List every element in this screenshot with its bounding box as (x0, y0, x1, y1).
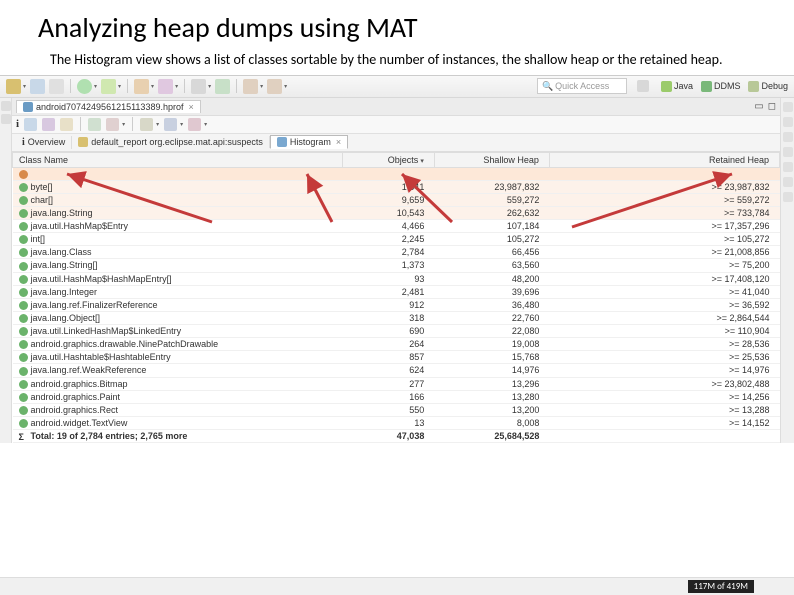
table-row[interactable]: java.lang.Integer2,48139,696>= 41,040 (13, 285, 780, 298)
col-shallow[interactable]: Shallow Heap (434, 152, 549, 167)
table-row[interactable]: java.util.Hashtable$HashtableEntry85715,… (13, 351, 780, 364)
gutter-icon[interactable] (783, 177, 793, 187)
table-row[interactable]: java.util.HashMap$HashMapEntry[]9348,200… (13, 272, 780, 285)
gutter-icon[interactable] (783, 102, 793, 112)
nav-fwd-icon[interactable] (267, 79, 282, 94)
new-icon[interactable] (6, 79, 21, 94)
report-icon[interactable] (106, 118, 119, 131)
tab-report[interactable]: default_report org.eclipse.mat.api:suspe… (72, 136, 270, 148)
table-row[interactable]: java.lang.ref.WeakReference62414,976>= 1… (13, 364, 780, 377)
debug-icon[interactable] (101, 79, 116, 94)
save-icon[interactable] (30, 79, 45, 94)
ide-window: ▾ ▾ ▾ ▾ ▾ ▾ ▾ ▾ 🔍 Quick Access Java DDMS… (0, 75, 794, 444)
memory-status: 117M of 419M (688, 580, 754, 593)
table-row[interactable]: byte[]1,54123,987,832>= 23,987,832 (13, 180, 780, 193)
table-row[interactable]: android.graphics.Bitmap27713,296>= 23,80… (13, 377, 780, 390)
right-view-gutter (780, 98, 794, 444)
status-bar: 117M of 419M (0, 577, 794, 595)
compare-icon[interactable] (164, 118, 177, 131)
table-row[interactable]: int[]2,245105,272>= 105,272 (13, 233, 780, 246)
minimize-icon[interactable]: ▭ (754, 101, 763, 112)
save-all-icon[interactable] (49, 79, 64, 94)
table-row[interactable]: java.lang.String[]1,37363,560>= 75,200 (13, 259, 780, 272)
gutter-icon[interactable] (783, 147, 793, 157)
left-view-gutter (0, 98, 12, 444)
total-row: ΣTotal: 19 of 2,784 entries; 2,765 more4… (13, 430, 780, 443)
search-icon: 🔍 (542, 81, 553, 92)
slide-title: Analyzing heap dumps using MAT (0, 0, 794, 49)
info-icon: i (22, 137, 25, 148)
mat-toolbar: i ▾ ▾ ▾ ▾ (12, 116, 780, 134)
package-icon[interactable] (134, 79, 149, 94)
thread-icon[interactable] (88, 118, 101, 131)
table-row[interactable]: java.util.HashMap$Entry4,466107,184>= 17… (13, 220, 780, 233)
close-icon[interactable]: × (336, 137, 341, 147)
table-row[interactable]: java.util.LinkedHashMap$LinkedEntry69022… (13, 325, 780, 338)
col-objects[interactable]: Objects▾ (342, 152, 434, 167)
table-row[interactable]: android.graphics.drawable.NinePatchDrawa… (13, 338, 780, 351)
report-icon (78, 137, 88, 147)
editor-tab-bar: android7074249561215113389.hprof × ▭ ◻ (12, 98, 780, 116)
slide-description: The Histogram view shows a list of class… (0, 49, 794, 75)
gutter-icon[interactable] (783, 117, 793, 127)
nav-back-icon[interactable] (243, 79, 258, 94)
gutter-icon[interactable] (783, 192, 793, 202)
col-retained[interactable]: Retained Heap (549, 152, 779, 167)
ddms-perspective-button[interactable]: DDMS (701, 81, 741, 92)
gutter-icon[interactable] (1, 101, 11, 111)
regex-row[interactable] (13, 167, 780, 180)
tab-histogram[interactable]: Histogram × (270, 135, 348, 149)
hprof-icon (23, 102, 33, 112)
histogram-icon[interactable] (24, 118, 37, 131)
class-icon[interactable] (158, 79, 173, 94)
editor-tab-hprof[interactable]: android7074249561215113389.hprof × (16, 100, 201, 113)
calc-icon[interactable] (140, 118, 153, 131)
open-type-icon[interactable] (191, 79, 206, 94)
info-icon[interactable]: i (16, 118, 19, 130)
dominator-icon[interactable] (42, 118, 55, 131)
oql-icon[interactable] (60, 118, 73, 131)
table-row[interactable]: java.lang.ref.FinalizerReference91236,48… (13, 298, 780, 311)
table-row[interactable]: android.graphics.Paint16613,280>= 14,256 (13, 390, 780, 403)
inner-tab-bar: i Overview default_report org.eclipse.ma… (12, 134, 780, 152)
editor-area: android7074249561215113389.hprof × ▭ ◻ i… (12, 98, 780, 444)
perspective-switch-icon[interactable] (637, 80, 649, 92)
col-class-name[interactable]: Class Name (13, 152, 343, 167)
table-row[interactable]: android.widget.TextView138,008>= 14,152 (13, 416, 780, 429)
tab-overview[interactable]: i Overview (16, 136, 72, 149)
java-perspective-button[interactable]: Java (661, 81, 693, 92)
table-row[interactable]: java.lang.Object[]31822,760>= 2,864,544 (13, 311, 780, 324)
main-toolbar: ▾ ▾ ▾ ▾ ▾ ▾ ▾ ▾ 🔍 Quick Access Java DDMS… (0, 76, 794, 98)
gutter-icon[interactable] (783, 162, 793, 172)
search-icon[interactable] (215, 79, 230, 94)
quick-access-input[interactable]: 🔍 Quick Access (537, 78, 627, 94)
table-row[interactable]: java.lang.Class2,78466,456>= 21,008,856 (13, 246, 780, 259)
debug-perspective-button[interactable]: Debug (748, 81, 788, 92)
table-row[interactable]: java.lang.String10,543262,632>= 733,784 (13, 206, 780, 219)
maximize-icon[interactable]: ◻ (768, 101, 776, 112)
gutter-icon[interactable] (783, 132, 793, 142)
close-icon[interactable]: × (188, 102, 193, 112)
export-icon[interactable] (188, 118, 201, 131)
gutter-icon[interactable] (1, 114, 11, 124)
table-row[interactable]: char[]9,659559,272>= 559,272 (13, 193, 780, 206)
histogram-table: Class Name Objects▾ Shallow Heap Retaine… (12, 152, 780, 444)
run-icon[interactable] (77, 79, 92, 94)
table-row[interactable]: android.graphics.Rect55013,200>= 13,288 (13, 403, 780, 416)
histogram-icon (277, 137, 287, 147)
